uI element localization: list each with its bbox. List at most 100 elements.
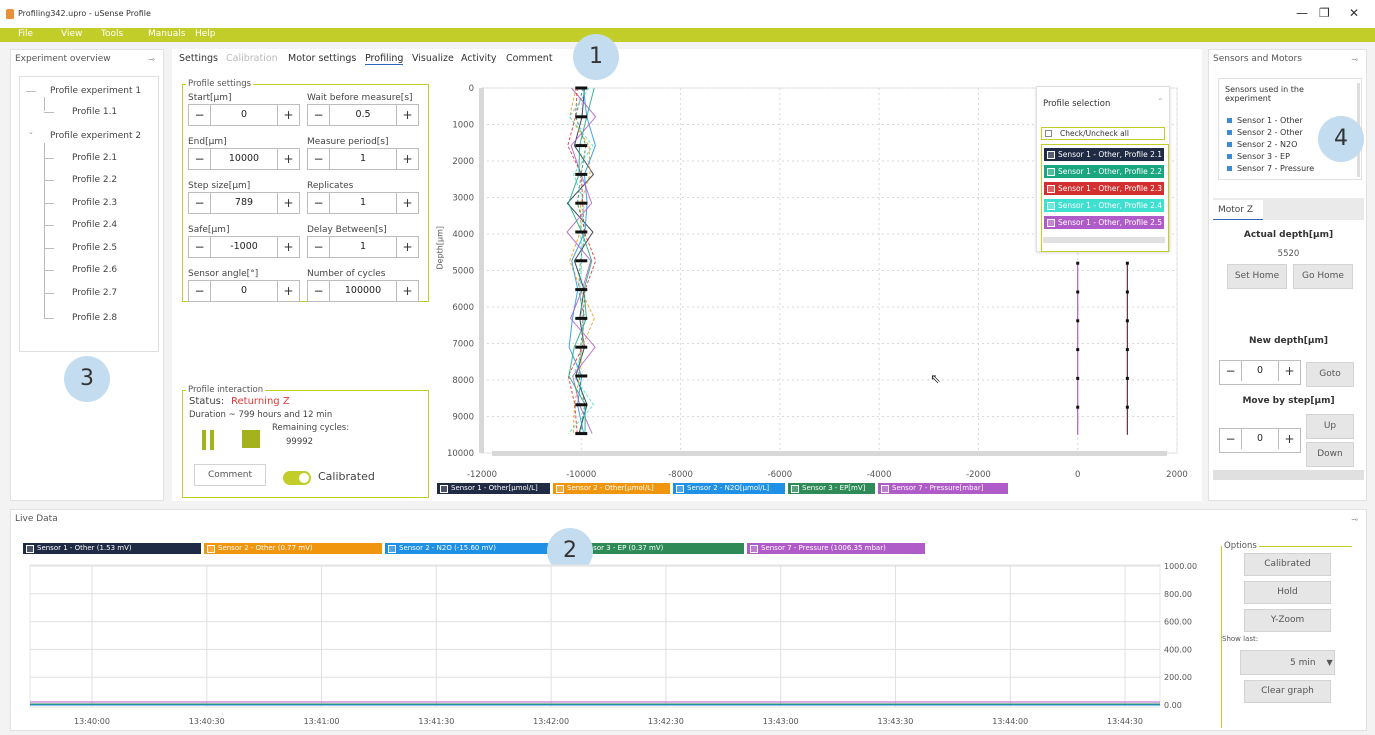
move-step-plus[interactable]: + xyxy=(1278,429,1300,449)
legend-item[interactable]: Sensor 2 - N2O[µmol/L] xyxy=(673,483,785,494)
setting-value[interactable]: 0 xyxy=(211,105,277,125)
tree-item-profile-1-1[interactable]: Profile 1.1 xyxy=(72,107,117,117)
tree-item-profile-2-1[interactable]: Profile 2.1 xyxy=(72,153,117,163)
tree-item-profile-2-3[interactable]: Profile 2.3 xyxy=(72,198,117,208)
setting-value[interactable]: 1 xyxy=(330,237,396,257)
tree-item-profile-2-4[interactable]: Profile 2.4 xyxy=(72,220,117,230)
live-legend-item[interactable]: Sensor 2 - Other (0.77 mV) xyxy=(204,543,382,554)
restore-button[interactable]: ❐ xyxy=(1319,6,1330,20)
legend-item[interactable]: Sensor 7 - Pressure[mbar] xyxy=(878,483,1008,494)
tree-item-profile-2-6[interactable]: Profile 2.6 xyxy=(72,265,117,275)
set-home-button[interactable]: Set Home xyxy=(1227,264,1287,289)
down-button[interactable]: Down xyxy=(1306,442,1354,467)
tab-settings[interactable]: Settings xyxy=(179,53,218,64)
new-depth-plus[interactable]: + xyxy=(1278,361,1300,381)
setting-value[interactable]: 0 xyxy=(211,281,277,301)
collapse-chevron-icon[interactable]: ⌄ xyxy=(28,128,34,136)
legend-item[interactable]: Sensor 1 - Other[µmol/L] xyxy=(437,483,550,494)
setting-stepper[interactable]: −10000 + xyxy=(188,148,300,170)
decrement-button[interactable]: − xyxy=(308,237,330,257)
move-step-minus[interactable]: − xyxy=(1220,429,1242,449)
new-depth-minus[interactable]: − xyxy=(1220,361,1242,381)
increment-button[interactable]: + xyxy=(396,237,418,257)
menu-file[interactable]: File xyxy=(18,29,33,39)
pin-icon[interactable]: ⊸ xyxy=(1351,55,1358,64)
increment-button[interactable]: + xyxy=(277,105,299,125)
profile-selection-item[interactable]: Sensor 1 - Other, Profile 2.1 xyxy=(1044,148,1164,161)
goto-button[interactable]: Goto xyxy=(1306,362,1354,387)
increment-button[interactable]: + xyxy=(277,237,299,257)
increment-button[interactable]: + xyxy=(396,149,418,169)
setting-stepper[interactable]: −100000 + xyxy=(307,280,419,302)
up-button[interactable]: Up xyxy=(1306,414,1354,439)
increment-button[interactable]: + xyxy=(396,281,418,301)
increment-button[interactable]: + xyxy=(277,193,299,213)
setting-stepper[interactable]: −789 + xyxy=(188,192,300,214)
increment-button[interactable]: + xyxy=(277,149,299,169)
menu-tools[interactable]: Tools xyxy=(101,29,123,39)
new-depth-value[interactable]: 0 xyxy=(1242,361,1278,381)
setting-stepper[interactable]: −1 + xyxy=(307,192,419,214)
decrement-button[interactable]: − xyxy=(308,149,330,169)
chart-v-scrollbar[interactable] xyxy=(479,88,484,453)
decrement-button[interactable]: − xyxy=(189,149,211,169)
pin-icon[interactable]: ⊸ xyxy=(1351,515,1358,524)
pin-icon[interactable]: ⊸ xyxy=(148,55,155,64)
decrement-button[interactable]: − xyxy=(308,281,330,301)
decrement-button[interactable]: − xyxy=(189,237,211,257)
decrement-button[interactable]: − xyxy=(189,281,211,301)
decrement-button[interactable]: − xyxy=(308,105,330,125)
live-legend-item[interactable]: Sensor 2 - N2O (-15.60 mV) xyxy=(385,543,563,554)
live-legend-item[interactable]: Sensor 1 - Other (1.53 mV) xyxy=(23,543,201,554)
profile-selection-item[interactable]: Sensor 1 - Other, Profile 2.3 xyxy=(1044,182,1164,195)
setting-value[interactable]: 1 xyxy=(330,149,396,169)
new-depth-stepper[interactable]: − 0 + xyxy=(1219,360,1301,385)
check-all-row[interactable]: Check/Uncheck all xyxy=(1041,127,1165,140)
profile-selection-item[interactable]: Sensor 1 - Other, Profile 2.4 xyxy=(1044,199,1164,212)
decrement-button[interactable]: − xyxy=(308,193,330,213)
comment-button[interactable]: Comment xyxy=(194,464,266,486)
profile-selection-item[interactable]: Sensor 1 - Other, Profile 2.2 xyxy=(1044,165,1164,178)
tab-profiling[interactable]: Profiling xyxy=(365,53,404,65)
menu-help[interactable]: Help xyxy=(195,29,216,39)
move-step-value[interactable]: 0 xyxy=(1242,429,1278,449)
live-data-chart[interactable]: 13:40:00 13:40:30 13:41:00 13:41:30 13:42:00… xyxy=(20,555,1220,730)
menu-manuals[interactable]: Manuals xyxy=(148,29,185,39)
increment-button[interactable]: + xyxy=(396,105,418,125)
setting-value[interactable]: 100000 xyxy=(330,281,396,301)
setting-value[interactable]: 0.5 xyxy=(330,105,396,125)
show-last-select[interactable]: 5 min ▼ xyxy=(1240,650,1335,675)
pause-button[interactable] xyxy=(202,430,214,450)
decrement-button[interactable]: − xyxy=(189,193,211,213)
tree-item-profile-2-8[interactable]: Profile 2.8 xyxy=(72,313,117,323)
tab-calibration[interactable]: Calibration xyxy=(226,53,278,64)
clear-graph-button[interactable]: Clear graph xyxy=(1244,680,1331,703)
profile-selection-item[interactable]: Sensor 1 - Other, Profile 2.5 xyxy=(1044,216,1164,229)
tab-activity[interactable]: Activity xyxy=(461,53,497,64)
stop-button[interactable] xyxy=(242,430,260,448)
y-zoom-button[interactable]: Y-Zoom xyxy=(1244,609,1331,632)
setting-stepper[interactable]: −0 + xyxy=(188,104,300,126)
hold-button[interactable]: Hold xyxy=(1244,581,1331,604)
tab-motor-z[interactable]: Motor Z xyxy=(1213,200,1263,220)
sensor-item-4[interactable]: Sensor 3 - EP xyxy=(1227,152,1290,161)
setting-value[interactable]: -1000 xyxy=(211,237,277,257)
increment-button[interactable]: + xyxy=(396,193,418,213)
selection-scrollbar[interactable] xyxy=(1043,237,1165,243)
decrement-button[interactable]: − xyxy=(189,105,211,125)
setting-stepper[interactable]: − -1000 + xyxy=(188,236,300,258)
calibrated-toggle[interactable] xyxy=(283,471,311,485)
setting-value[interactable]: 10000 xyxy=(211,149,277,169)
sensor-item-5[interactable]: Sensor 7 - Pressure xyxy=(1227,164,1314,173)
legend-item[interactable]: Sensor 2 - Other[µmol/L] xyxy=(553,483,670,494)
sensor-item-3[interactable]: Sensor 2 - N2O xyxy=(1227,140,1297,149)
tree-item-profile-2-5[interactable]: Profile 2.5 xyxy=(72,243,117,253)
tree-item-experiment-1[interactable]: Profile experiment 1 xyxy=(50,86,141,96)
sensor-item-2[interactable]: Sensor 2 - Other xyxy=(1227,128,1303,137)
setting-stepper[interactable]: −0.5 + xyxy=(307,104,419,126)
motor-scrollbar[interactable] xyxy=(1213,470,1364,480)
setting-stepper[interactable]: −0 + xyxy=(188,280,300,302)
sensor-item-1[interactable]: Sensor 1 - Other xyxy=(1227,116,1303,125)
setting-value[interactable]: 789 xyxy=(211,193,277,213)
chart-h-scrollbar[interactable] xyxy=(492,451,1167,456)
